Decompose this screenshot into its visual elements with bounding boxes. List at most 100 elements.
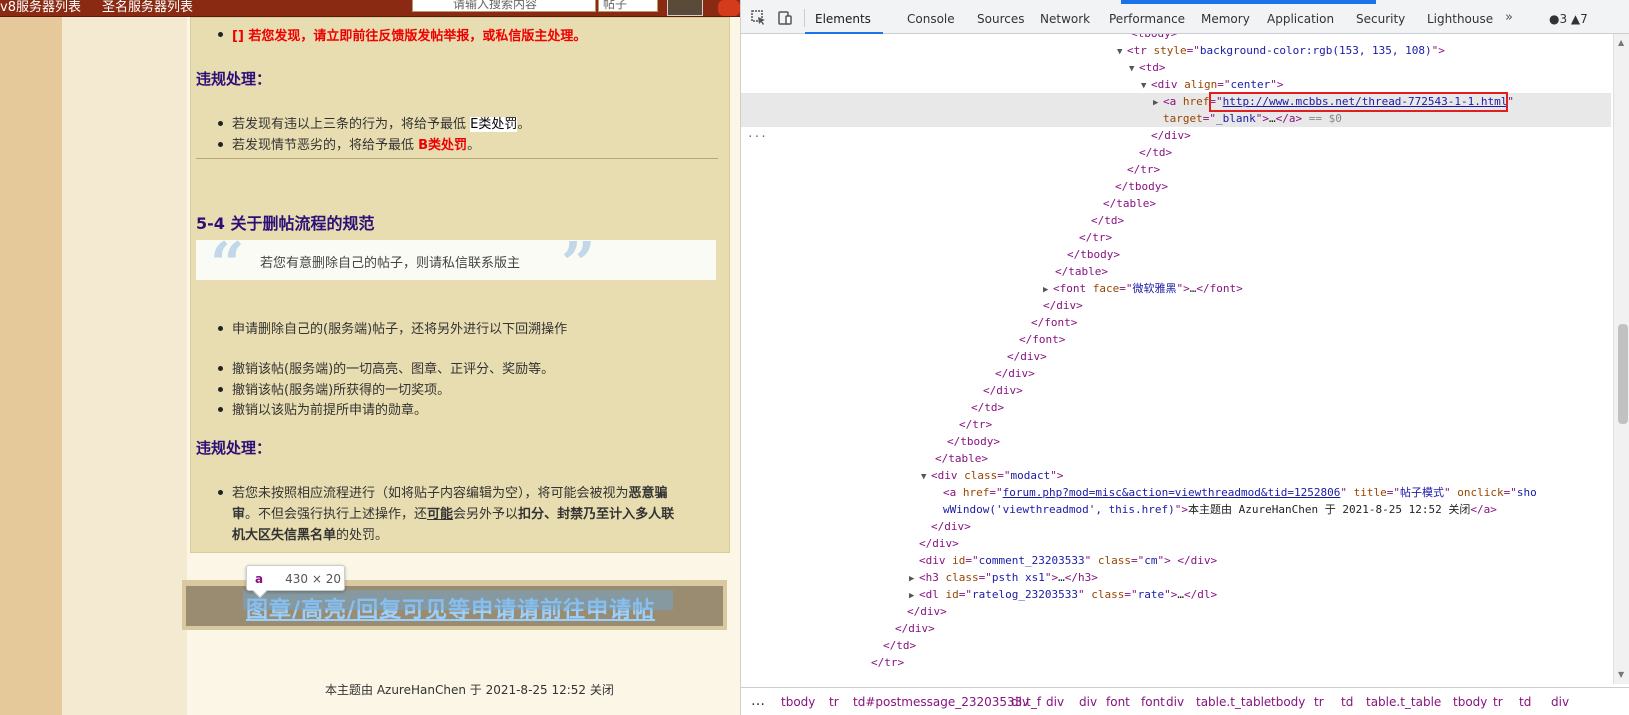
dom-node[interactable]: ▶ <dl id="ratelog_23203533" class="rate">… [741,586,1217,603]
nav-link-v8-servers[interactable]: v8服务器列表 [0,0,81,15]
breadcrumb-item[interactable]: font [1106,695,1130,709]
nav-link-servers[interactable]: 圣名服务器列表 [102,0,193,15]
dom-node[interactable]: wWindow('viewthreadmod', this.href)">本主题… [741,501,1497,518]
dom-node[interactable]: <a href="forum.php?mod=misc&action=viewt… [741,484,1537,501]
tab-application[interactable]: Application [1267,12,1334,26]
dom-node[interactable]: </tr> [741,416,992,433]
dom-node[interactable]: </div> [741,535,959,552]
breadcrumb-item[interactable]: table.t_table [1196,695,1271,709]
dom-node[interactable]: ▼ <tr style="background-color:rgb(153, 13… [741,42,1445,59]
dom-node[interactable]: ▼ <div class="modact"> [741,467,1064,484]
penalty-2-line-3: 机大区失信黑名单的处罚。 [232,528,389,543]
quote-close-icon: ” [561,230,596,300]
breadcrumb-item[interactable]: font [1141,695,1165,709]
dom-tree-scrollbar[interactable]: ▲ ▼ [1613,34,1629,684]
tab-sources[interactable]: Sources [977,12,1024,26]
dom-node[interactable]: ▶ <font face="微软雅黑">…</font> [741,280,1243,297]
bullet-icon [218,326,223,331]
dom-node[interactable]: ▼ <td> [741,59,1166,76]
dom-node[interactable]: </table> [741,450,988,467]
breadcrumb-item[interactable]: div [1551,695,1569,709]
dom-node[interactable]: </div> [741,382,1023,399]
section-penalty-heading: 违规处理： [196,70,272,88]
issue-counters[interactable]: ●3 ▲7 [1549,12,1588,26]
element-inspect-highlight [243,590,673,610]
bullet-icon [218,407,223,412]
dom-node[interactable]: </div> [741,603,947,620]
dom-node[interactable]: ▼ <div align="center"> [741,76,1284,93]
gift-icon[interactable] [718,0,740,16]
dom-node[interactable]: </div> [741,127,1191,144]
tab-memory[interactable]: Memory [1201,12,1250,26]
dom-node[interactable]: </td> [741,212,1124,229]
breadcrumb-item[interactable]: tbody [781,695,815,709]
rollback-item: 撤销以该贴为前提所申请的勋章。 [232,403,428,418]
modact-href-link[interactable]: forum.php?mod=misc&action=viewthreadmod&… [1003,486,1341,499]
scroll-up-arrow-icon[interactable]: ▲ [1618,38,1624,47]
breadcrumb-item[interactable]: tr [829,695,839,709]
breadcrumb-overflow[interactable]: … [751,693,765,709]
dom-node[interactable]: </font> [741,314,1077,331]
dom-node[interactable]: </tbody> [741,178,1168,195]
dom-node[interactable]: </td> [741,144,1172,161]
search-scope-select[interactable]: 帖子 [598,0,658,12]
breadcrumb-item[interactable]: div [1046,695,1064,709]
tab-elements[interactable]: Elements [815,12,871,26]
breadcrumb-item[interactable]: table.t_table [1366,695,1441,709]
scrollbar-thumb[interactable] [1618,324,1628,424]
post-content [190,17,730,553]
breadcrumb-item[interactable]: tbody [1453,695,1487,709]
dom-node[interactable]: </tr> [741,161,1160,178]
more-tabs-button[interactable]: » [1505,10,1513,25]
dom-node[interactable]: <div id="comment_23203533" class="cm"> <… [741,552,1217,569]
breadcrumb-item[interactable]: div [1166,695,1184,709]
dom-node[interactable]: </table> [741,263,1108,280]
breadcrumb-item[interactable]: tbody [1271,695,1305,709]
breadcrumb-item[interactable]: div [1011,695,1029,709]
inspect-element-icon[interactable] [751,10,767,26]
device-toolbar-icon[interactable] [777,10,793,26]
breadcrumb-item[interactable]: td [1519,695,1531,709]
dom-node[interactable]: </tr> [741,229,1112,246]
dom-node[interactable]: <tbody> [741,34,1177,42]
breadcrumb-item[interactable]: tr [1493,695,1503,709]
user-avatar[interactable] [667,0,703,16]
top-highlight-band [1121,0,1376,4]
rule-report-line: [] 若您发现，请立即前往反馈版发帖举报，或私信版主处理。 [232,29,587,44]
dom-node[interactable]: </div> [741,348,1047,365]
dom-node[interactable]: </tbody> [741,246,1120,263]
dom-node[interactable]: </div> [741,365,1035,382]
dom-node[interactable]: </td> [741,637,916,654]
bullet-icon [218,142,223,147]
rollback-item: 撤销该帖(服务端)的一切高亮、图章、正评分、奖励等。 [232,362,555,377]
tab-network[interactable]: Network [1040,12,1090,26]
tab-security[interactable]: Security [1356,12,1405,26]
breadcrumb-item[interactable]: td [1341,695,1353,709]
dom-node[interactable]: ▶ <h3 class="psth xs1">…</h3> [741,569,1098,586]
delete-request-item: 申请删除自己的(服务端)帖子，还将另外进行以下回溯操作 [232,322,568,337]
search-input[interactable]: 请输入搜索内容 [412,0,596,12]
dom-node[interactable]: </div> [741,620,935,637]
dom-node[interactable]: </font> [741,331,1065,348]
bullet-icon [218,366,223,371]
annotation-red-box [1209,92,1508,112]
tab-performance[interactable]: Performance [1109,12,1185,26]
node-actions-ellipsis[interactable]: ··· [747,130,767,143]
quote-open-icon: “ [210,230,245,300]
dom-node[interactable]: </table> [741,195,1156,212]
breadcrumb-item[interactable]: tr [1314,695,1324,709]
tab-console[interactable]: Console [907,12,955,26]
dom-node[interactable]: </td> [741,399,1004,416]
dom-node[interactable]: </div> [741,518,971,535]
dom-node[interactable]: </tr> [741,654,904,671]
scroll-down-arrow-icon[interactable]: ▼ [1618,670,1624,679]
dom-node[interactable]: </tbody> [741,433,1000,450]
penalty-2-line-1: 若您未按照相应流程进行（如将贴子内容编辑为空），将可能会被视为恶意骗 [232,486,668,501]
dom-tree[interactable]: <tbody> ▼<tr style="background-color:rgb… [741,34,1611,684]
devtools-panel: Elements Console Sources Network Perform… [740,0,1629,715]
dom-node[interactable]: </div> [741,297,1083,314]
breadcrumb-item[interactable]: div [1079,695,1097,709]
tab-lighthouse[interactable]: Lighthouse [1427,12,1493,26]
thread-closed-notice: 本主题由 AzureHanChen 于 2021-8-25 12:52 关闭 [325,683,614,697]
web-page: v8服务器列表 圣名服务器列表 请输入搜索内容 帖子 [] 若您发现，请立即前往… [0,0,740,715]
